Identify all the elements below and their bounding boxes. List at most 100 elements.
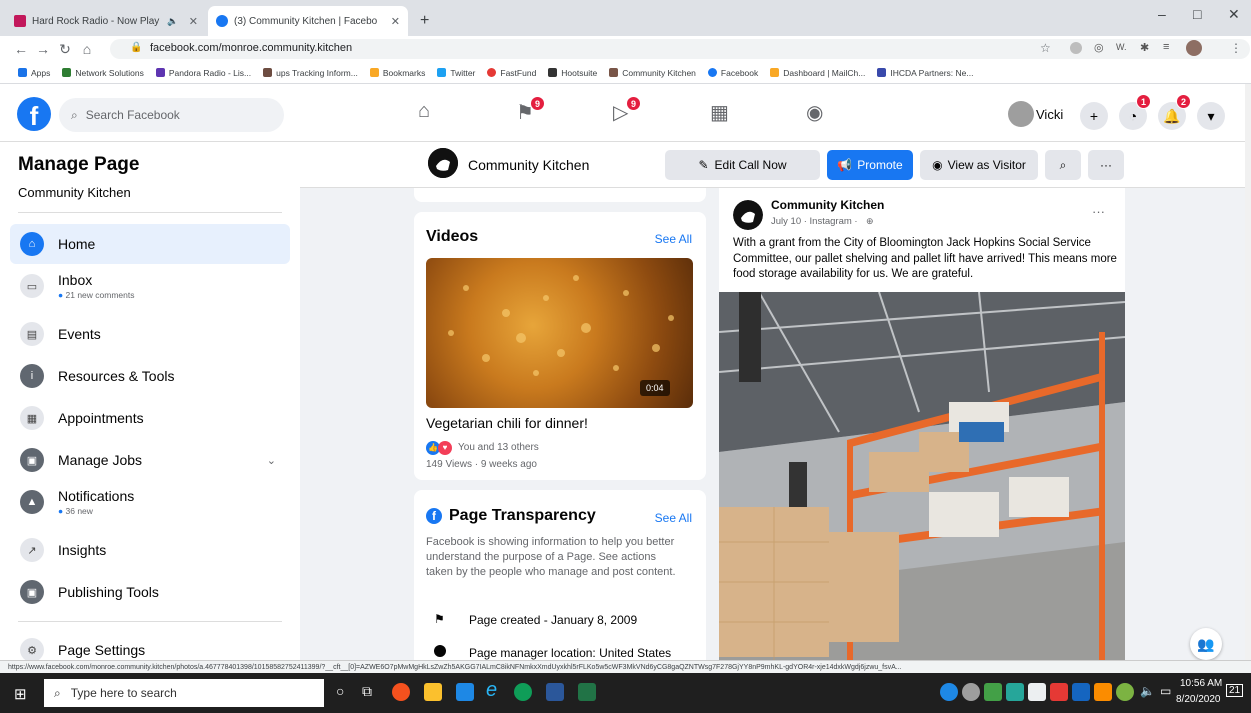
megaphone-icon: 📢: [837, 158, 853, 172]
promote-button[interactable]: 📢 Promote: [827, 150, 913, 180]
excel-icon[interactable]: [578, 683, 596, 701]
close-tab-icon[interactable]: ✕: [189, 15, 198, 28]
clock-date[interactable]: 8/20/2020: [1176, 694, 1221, 705]
page-avatar[interactable]: [733, 200, 763, 230]
tab-hard-rock-radio[interactable]: Hard Rock Radio - Now Play 🔈 ✕: [6, 6, 206, 36]
transparency-see-all-link[interactable]: See All: [655, 511, 692, 525]
bookmark-pandora[interactable]: Pandora Radio - Lis...: [155, 68, 251, 78]
internet-explorer-icon[interactable]: e: [486, 679, 497, 702]
edit-call-now-button[interactable]: ✎ Edit Call Now: [665, 150, 820, 180]
edge-icon[interactable]: [514, 683, 532, 701]
create-button[interactable]: +: [1080, 102, 1108, 130]
bookmark-apps[interactable]: Apps: [18, 68, 50, 78]
sidebar-item-events[interactable]: ▤ Events: [10, 314, 290, 354]
tray-app-icon[interactable]: [984, 683, 1002, 701]
sidebar-item-manage-jobs[interactable]: ▣ Manage Jobs ⌄: [10, 440, 290, 480]
extension-icon[interactable]: ◎: [1094, 41, 1104, 54]
network-icon[interactable]: ▭: [1160, 684, 1171, 698]
new-tab-button[interactable]: +: [412, 6, 436, 36]
user-name[interactable]: Vicki: [1036, 107, 1063, 122]
tray-app-icon[interactable]: [962, 683, 980, 701]
video-meta: 149 Views · 9 weeks ago: [426, 459, 537, 470]
bookmark-mailchimp[interactable]: Dashboard | MailCh...: [770, 68, 865, 78]
sidebar-item-insights[interactable]: ↗ Insights: [10, 530, 290, 570]
onedrive-icon[interactable]: [1028, 683, 1046, 701]
post-author[interactable]: Community Kitchen: [771, 198, 884, 212]
bookmark-network-solutions[interactable]: Network Solutions: [62, 68, 144, 78]
videos-see-all-link[interactable]: See All: [655, 232, 692, 246]
tab-community-kitchen[interactable]: (3) Community Kitchen | Facebo ✕: [208, 6, 408, 36]
home-icon: ⌂: [20, 232, 44, 256]
chevron-down-icon[interactable]: ⌄: [267, 454, 276, 467]
close-window-icon[interactable]: ✕: [1228, 6, 1240, 23]
facebook-logo-icon[interactable]: f: [17, 97, 51, 131]
extension-icon[interactable]: [1070, 42, 1082, 54]
marketplace-icon[interactable]: ▦: [710, 100, 729, 125]
search-input[interactable]: ⌕ Search Facebook: [59, 98, 284, 132]
sidebar-item-inbox[interactable]: ▭ Inbox ● 21 new comments: [10, 266, 290, 306]
bookmark-community-kitchen[interactable]: Community Kitchen: [609, 68, 696, 78]
search-button[interactable]: ⌕: [1045, 150, 1081, 180]
tray-app-icon[interactable]: [1006, 683, 1024, 701]
tray-app-icon[interactable]: [940, 683, 958, 701]
sidebar-item-notifications[interactable]: ▲ Notifications ● 36 new: [10, 482, 290, 522]
volume-icon[interactable]: 🔈: [1140, 684, 1155, 698]
word-icon[interactable]: [546, 683, 564, 701]
sidebar-item-home[interactable]: ⌂ Home: [10, 224, 290, 264]
reading-list-icon[interactable]: ≡: [1163, 41, 1169, 53]
inbox-icon: ▭: [20, 274, 44, 298]
new-message-button[interactable]: 👥: [1190, 628, 1222, 660]
minimize-icon[interactable]: –: [1158, 6, 1166, 22]
forward-icon[interactable]: →: [32, 41, 54, 57]
taskbar-search-input[interactable]: ⌕ Type here to search: [44, 679, 324, 707]
extension-icon[interactable]: ✱: [1140, 41, 1149, 54]
tray-app-icon[interactable]: [1072, 683, 1090, 701]
notification-badge: 2: [1176, 94, 1191, 109]
video-title[interactable]: Vegetarian chili for dinner!: [426, 415, 588, 431]
file-explorer-icon[interactable]: [424, 683, 442, 701]
back-icon[interactable]: ←: [10, 41, 32, 57]
view-as-visitor-button[interactable]: ◉ View as Visitor: [920, 150, 1038, 180]
more-options-button[interactable]: ···: [1088, 150, 1124, 180]
reaction-count[interactable]: You and 13 others: [458, 442, 539, 453]
post-options-button[interactable]: ···: [1092, 204, 1105, 219]
chrome-taskbar-icon[interactable]: [392, 683, 410, 701]
post-photo[interactable]: [719, 292, 1125, 660]
tray-app-icon[interactable]: [1050, 683, 1068, 701]
bookmark-hootsuite[interactable]: Hootsuite: [548, 68, 597, 78]
outlook-icon[interactable]: [456, 683, 474, 701]
tray-app-icon[interactable]: [1094, 683, 1112, 701]
windows-start-icon[interactable]: ⊞: [14, 685, 27, 703]
bookmark-fastfund[interactable]: FastFund: [487, 68, 536, 78]
profile-avatar-icon[interactable]: [1186, 40, 1202, 56]
cortana-icon[interactable]: ○: [336, 683, 344, 699]
groups-icon[interactable]: ◉: [806, 100, 823, 125]
sidebar-item-resources[interactable]: i Resources & Tools: [10, 356, 290, 396]
sidebar-item-page-settings[interactable]: ⚙ Page Settings: [10, 630, 290, 660]
page-name[interactable]: Community Kitchen: [468, 157, 589, 173]
account-dropdown-icon[interactable]: ▾: [1197, 102, 1225, 130]
avatar[interactable]: [1008, 101, 1034, 127]
bookmark-twitter[interactable]: Twitter: [437, 68, 475, 78]
action-center-icon[interactable]: 21: [1226, 684, 1244, 697]
chrome-menu-icon[interactable]: ⋮: [1230, 41, 1242, 55]
bookmark-star-icon[interactable]: ☆: [1040, 41, 1051, 55]
scrollbar[interactable]: [1245, 84, 1251, 660]
home-icon[interactable]: ⌂: [76, 41, 98, 57]
clock-time[interactable]: 10:56 AM: [1180, 678, 1222, 689]
extension-icon[interactable]: W.: [1116, 42, 1127, 52]
home-icon[interactable]: ⌂: [418, 100, 430, 123]
bookmark-ihcda[interactable]: IHCDA Partners: Ne...: [877, 68, 973, 78]
maximize-icon[interactable]: □: [1193, 6, 1201, 22]
sidebar-item-publishing-tools[interactable]: ▣ Publishing Tools: [10, 572, 290, 612]
bookmark-bookmarks-folder[interactable]: Bookmarks: [369, 68, 425, 78]
close-tab-icon[interactable]: ✕: [391, 15, 400, 28]
tray-app-icon[interactable]: [1116, 683, 1134, 701]
bookmark-ups[interactable]: ups Tracking Inform...: [263, 68, 358, 78]
reload-icon[interactable]: ↻: [54, 41, 76, 58]
task-view-icon[interactable]: ⧉: [362, 683, 372, 700]
sidebar-item-appointments[interactable]: ▦ Appointments: [10, 398, 290, 438]
url-text[interactable]: facebook.com/monroe.community.kitchen: [150, 42, 352, 54]
page-avatar[interactable]: [428, 148, 458, 178]
bookmark-facebook[interactable]: Facebook: [707, 68, 758, 78]
